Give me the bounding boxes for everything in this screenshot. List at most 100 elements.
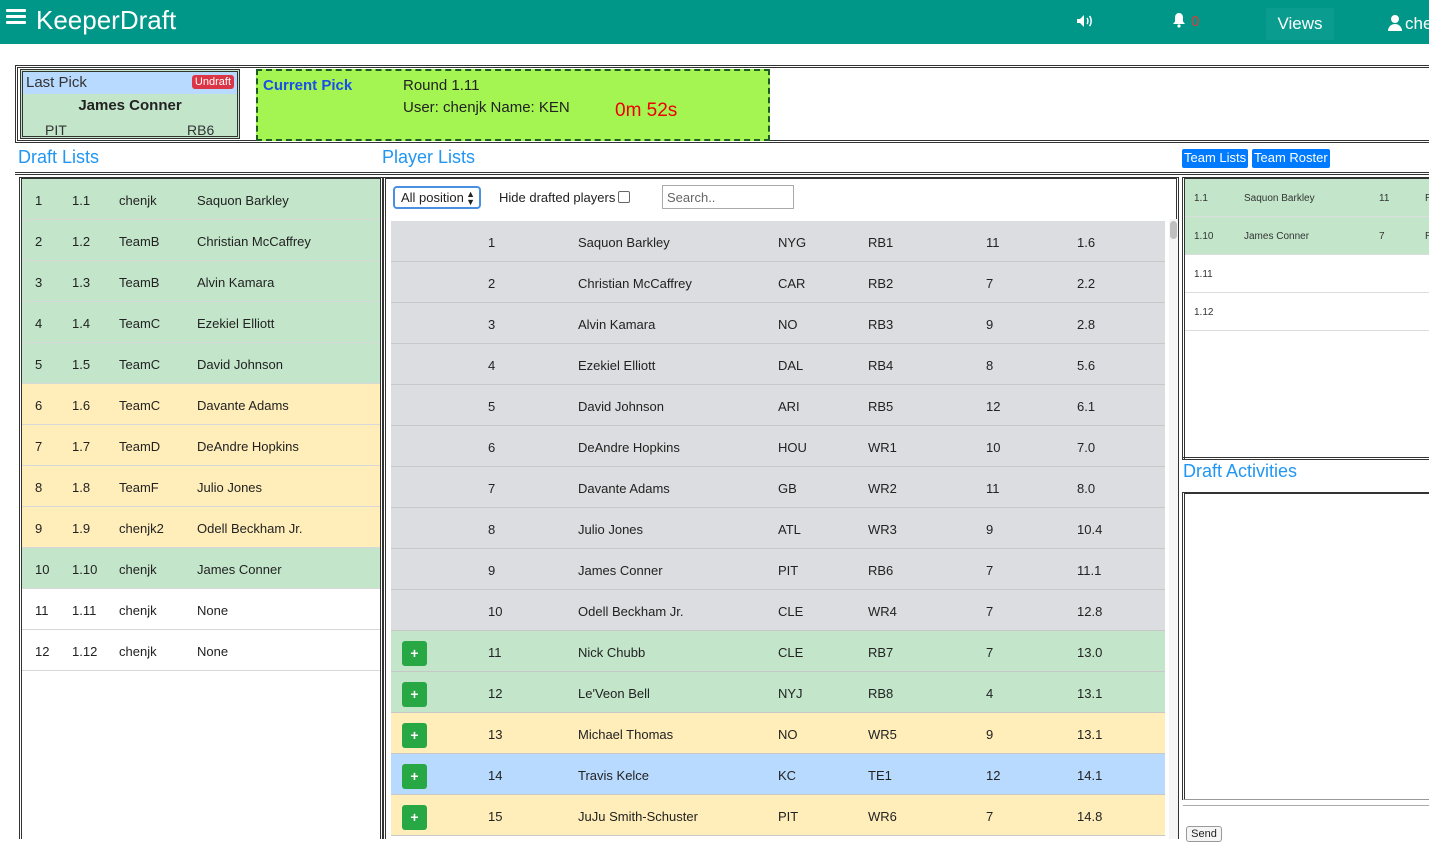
current-pick-round: Round 1.11 (403, 77, 480, 94)
player-rank: 13 (488, 727, 503, 742)
player-row[interactable]: 7 Davante Adams GB WR2 11 8.0 (391, 467, 1165, 508)
send-button[interactable]: Send (1186, 826, 1222, 842)
player-rank: 8 (488, 522, 496, 537)
user-name: che (1405, 14, 1429, 33)
player-table: 1 Saquon Barkley NYG RB1 11 1.6 2 Christian McC… (391, 221, 1165, 836)
player-team: NO (778, 317, 798, 332)
player-team: NYG (778, 235, 807, 250)
player-bye: 7 (986, 563, 994, 578)
user-menu[interactable]: che (1388, 14, 1429, 34)
draft-pick: 1.6 (72, 398, 91, 413)
player-team: DAL (778, 358, 804, 373)
player-rank: 6 (488, 440, 496, 455)
player-name: Nick Chubb (578, 645, 646, 660)
player-adp: 13.0 (1077, 645, 1103, 660)
draft-list-row[interactable]: 3 1.3 TeamB Alvin Kamara (22, 261, 380, 302)
player-position: RB6 (868, 563, 894, 578)
undraft-button[interactable]: Undraft (191, 75, 234, 89)
player-list-scrollbar[interactable] (1169, 219, 1178, 839)
add-player-button[interactable]: + (402, 805, 427, 830)
sound-icon[interactable] (1076, 14, 1094, 33)
player-team: PIT (778, 809, 799, 824)
draft-number: 9 (35, 521, 43, 536)
draft-list-row[interactable]: 12 1.12 chenjk None (22, 630, 380, 671)
player-row[interactable]: 6 DeAndre Hopkins HOU WR1 10 7.0 (391, 426, 1165, 467)
player-position: RB1 (868, 235, 894, 250)
draft-team: chenjk (119, 562, 157, 577)
views-dropdown-button[interactable]: Views (1266, 8, 1334, 40)
divider (1182, 457, 1429, 460)
add-player-button[interactable]: + (402, 723, 427, 748)
team-roster-button[interactable]: Team Roster (1252, 149, 1330, 168)
player-row[interactable]: +11 Nick Chubb CLE RB7 7 13.0 (391, 631, 1165, 672)
draft-list-row[interactable]: 7 1.7 TeamD DeAndre Hopkins (22, 425, 380, 466)
draft-list-row[interactable]: 11 1.11 chenjk None (22, 589, 380, 630)
team-bye: 7 (1379, 231, 1385, 242)
player-team: ATL (778, 522, 801, 537)
player-row[interactable]: 10 Odell Beckham Jr. CLE WR4 7 12.8 (391, 590, 1165, 631)
last-pick-player: James Conner (78, 97, 182, 114)
player-position: RB2 (868, 276, 894, 291)
draft-pick: 1.1 (72, 193, 91, 208)
player-row[interactable]: 8 Julio Jones ATL WR3 9 10.4 (391, 508, 1165, 549)
player-adp: 10.4 (1077, 522, 1103, 537)
hamburger-menu-icon[interactable] (6, 9, 26, 27)
player-bye: 9 (986, 727, 994, 742)
draft-list-row[interactable]: 2 1.2 TeamB Christian McCaffrey (22, 220, 380, 261)
position-select[interactable]: All position ▲ ▼ (393, 186, 481, 209)
player-team: CAR (778, 276, 806, 291)
player-rank: 4 (488, 358, 496, 373)
draft-team: TeamD (119, 439, 161, 454)
draft-pick: 1.11 (72, 603, 97, 618)
player-position: RB5 (868, 399, 894, 414)
chat-message-input[interactable] (1183, 805, 1429, 827)
player-row[interactable]: 9 James Conner PIT RB6 7 11.1 (391, 549, 1165, 590)
player-row[interactable]: +12 Le'Veon Bell NYJ RB8 4 13.1 (391, 672, 1165, 713)
draft-list-row[interactable]: 4 1.4 TeamC Ezekiel Elliott (22, 302, 380, 343)
add-player-button[interactable]: + (402, 682, 427, 707)
player-row[interactable]: 4 Ezekiel Elliott DAL RB4 8 5.6 (391, 344, 1165, 385)
divider (15, 172, 1429, 175)
draft-pick: 1.5 (72, 357, 91, 372)
player-row[interactable]: 3 Alvin Kamara NO RB3 9 2.8 (391, 303, 1165, 344)
draft-list-row[interactable]: 8 1.8 TeamF Julio Jones (22, 466, 380, 507)
player-adp: 11.1 (1077, 563, 1102, 578)
player-team: NYJ (778, 686, 803, 701)
player-row[interactable]: +13 Michael Thomas NO WR5 9 13.1 (391, 713, 1165, 754)
hide-drafted-checkbox[interactable] (618, 191, 630, 203)
draft-number: 3 (35, 275, 43, 290)
team-position: R (1425, 231, 1429, 242)
scrollbar-thumb[interactable] (1170, 221, 1177, 239)
player-bye: 10 (986, 440, 1001, 455)
draft-list-row[interactable]: 1 1.1 chenjk Saquon Barkley (22, 179, 380, 220)
player-adp: 12.8 (1077, 604, 1103, 619)
draft-pick: 1.12 (72, 644, 98, 659)
player-search-input[interactable]: Search.. (662, 185, 794, 209)
draft-list-row[interactable]: 5 1.5 TeamC David Johnson (22, 343, 380, 384)
draft-list-row[interactable]: 6 1.6 TeamC Davante Adams (22, 384, 380, 425)
draft-player: Julio Jones (197, 480, 263, 495)
player-position: WR5 (868, 727, 897, 742)
notification-bell-icon[interactable] (1172, 12, 1186, 33)
last-pick-team: PIT (45, 122, 67, 138)
player-row[interactable]: +14 Travis Kelce KC TE1 12 14.1 (391, 754, 1165, 795)
team-player: James Conner (1244, 231, 1310, 242)
brand-logo[interactable]: KeeperDraft (36, 5, 176, 36)
player-team: CLE (778, 645, 804, 660)
player-row[interactable]: 5 David Johnson ARI RB5 12 6.1 (391, 385, 1165, 426)
draft-list-row[interactable]: 9 1.9 chenjk2 Odell Beckham Jr. (22, 507, 380, 548)
player-name: Odell Beckham Jr. (578, 604, 684, 619)
player-position: RB8 (868, 686, 894, 701)
player-rank: 1 (488, 235, 496, 250)
player-bye: 12 (986, 768, 1001, 783)
add-player-button[interactable]: + (402, 764, 427, 789)
player-row[interactable]: 1 Saquon Barkley NYG RB1 11 1.6 (391, 221, 1165, 262)
draft-team: TeamC (119, 316, 161, 331)
team-lists-button[interactable]: Team Lists (1182, 149, 1249, 168)
draft-list-row[interactable]: 10 1.10 chenjk James Conner (22, 548, 380, 589)
player-row[interactable]: +15 JuJu Smith-Schuster PIT WR6 7 14.8 (391, 795, 1165, 836)
add-player-button[interactable]: + (402, 641, 427, 666)
player-row[interactable]: 2 Christian McCaffrey CAR RB2 7 2.2 (391, 262, 1165, 303)
player-bye: 11 (986, 235, 1000, 250)
draft-team: chenjk2 (119, 521, 164, 536)
